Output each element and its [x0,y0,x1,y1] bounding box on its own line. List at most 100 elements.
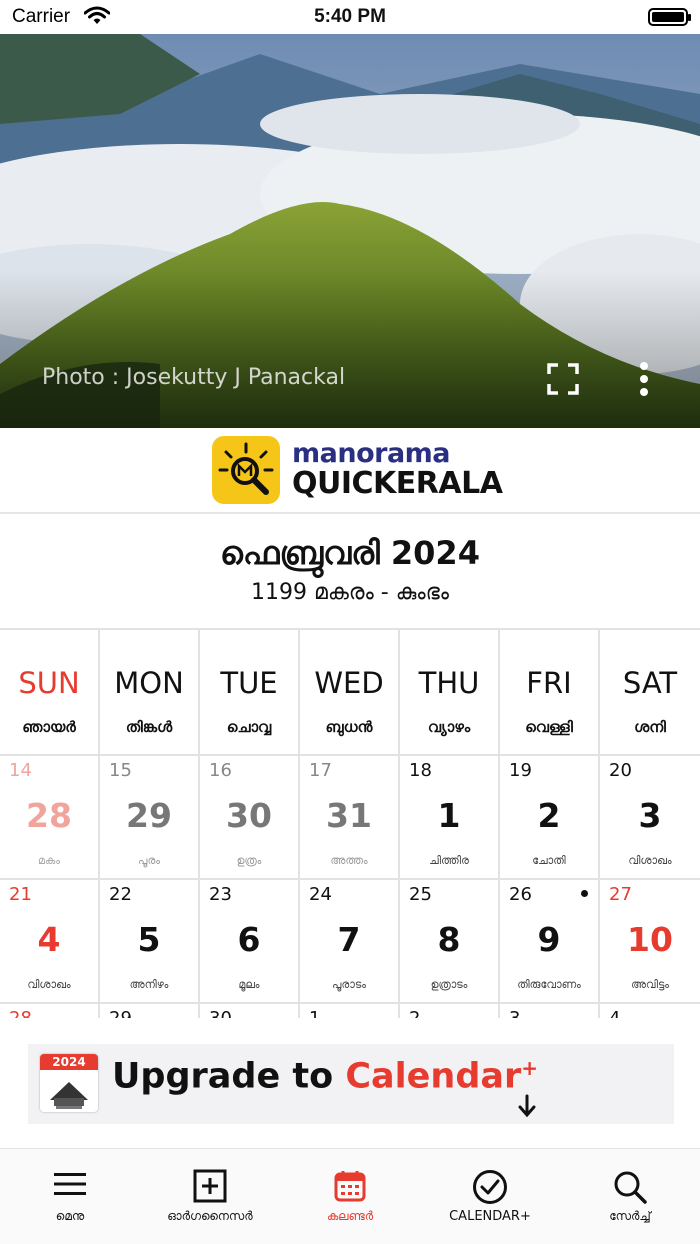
gregorian-date: 27 [609,884,632,905]
weekday-ml-label: ചൊവ്വ [226,718,272,736]
weekday-header: SAT ശനി [600,630,700,754]
date-cell[interactable]: 20 3 വിശാഖം [600,756,700,878]
malayalam-date: 10 [627,920,673,959]
malayalam-month-subtitle: 1199 മകരം - കുംഭം [251,580,449,605]
tab-calendar-plus[interactable]: CALENDAR+ [420,1149,560,1244]
status-bar: Carrier 5:40 PM [0,0,700,34]
plus-square-icon [193,1169,227,1203]
gregorian-date: 14 [9,760,32,781]
gregorian-date: 22 [109,884,132,905]
gregorian-date: 17 [309,760,332,781]
nakshatra-label: അവിട്ടം [630,978,670,991]
nakshatra-label: ഉത്രാടം [430,978,468,991]
tab-calendar-plus-label: CALENDAR+ [449,1209,531,1224]
upgrade-text-prefix: Upgrade to [112,1056,346,1097]
weekday-header: FRI വെള്ളി [500,630,598,754]
gregorian-date: 19 [509,760,532,781]
gregorian-date: 18 [409,760,432,781]
gregorian-date: 23 [209,884,232,905]
nakshatra-label: അത്തം [330,854,368,867]
nakshatra-label: വിശാഖം [27,978,71,991]
malayalam-date: 2 [537,796,561,835]
weekday-ml-label: വെള്ളി [525,718,573,736]
arrow-down-icon [518,1094,536,1118]
tab-search-label: സേർച്ച് [609,1209,651,1223]
date-cell[interactable]: 15 29 പൂരം [100,756,198,878]
month-title[interactable]: ഫെബ്രുവരി 2024 [0,534,700,573]
nakshatra-label: ചോതി [532,854,566,867]
tab-calendar-label: കലണ്ടർ [326,1209,374,1223]
malayalam-date: 28 [26,796,72,835]
malayalam-date: 9 [537,920,561,959]
upgrade-banner[interactable]: 2024 Upgrade to Calendar+ [28,1044,674,1124]
clock: 5:40 PM [314,6,386,27]
date-cell[interactable]: 21 4 വിശാഖം [0,880,98,1002]
weekday-ml-label: തിങ്കൾ [125,718,173,736]
calendar-plus-badge-icon: 2024 [40,1054,98,1112]
date-cell[interactable]: 22 5 അനിഴം [100,880,198,1002]
tab-organiser[interactable]: ഓർഗനൈസർ [140,1149,280,1244]
date-cell[interactable]: 23 6 മൂലം [200,880,298,1002]
weekday-en-label: THU [418,666,480,700]
date-cell[interactable]: 25 8 ഉത്രാടം [400,880,498,1002]
gregorian-date: 25 [409,884,432,905]
weekday-ml-label: ഞായർ [22,718,76,736]
malayalam-date: 30 [226,796,272,835]
weekday-header: MON തിങ്കൾ [100,630,198,754]
nakshatra-label: അനിഴം [129,978,169,991]
malayalam-date: 29 [126,796,172,835]
date-cell[interactable]: 14 28 മകം [0,756,98,878]
nakshatra-label: മകം [37,854,60,867]
malayalam-date: 4 [37,920,61,959]
upgrade-text-plus: + [521,1056,539,1080]
date-cell[interactable]: 26 9 തിരുവോണം [500,880,598,1002]
tab-menu[interactable]: മെനു [0,1149,140,1244]
weekday-en-label: SAT [622,666,678,700]
event-dot-icon [581,890,588,897]
hero-photo: Photo : Josekutty J Panackal [0,34,700,428]
date-cell[interactable]: 16 30 ഉത്രം [200,756,298,878]
weekday-ml-label: വ്യാഴം [427,718,471,736]
upgrade-text-accent: Calendar [345,1056,522,1097]
nakshatra-label: ചിത്തിര [429,854,469,867]
battery-icon [648,8,691,26]
quickerala-logo-icon [212,436,280,504]
malayalam-date: 31 [326,796,372,835]
weekday-ml-label: ബുധൻ [325,718,373,736]
badge-year: 2024 [40,1054,98,1070]
date-cell[interactable]: 24 7 പൂരാടം [300,880,398,1002]
date-cell[interactable]: 18 1 ചിത്തിര [400,756,498,878]
nakshatra-label: പൂരാടം [332,978,366,991]
calendar-icon [334,1171,366,1202]
tab-organiser-label: ഓർഗനൈസർ [167,1209,253,1223]
more-options-icon[interactable] [632,360,656,398]
date-cell[interactable]: 17 31 അത്തം [300,756,398,878]
bottom-tab-bar: മെനു ഓർഗനൈസർ കലണ്ടർ CALENDAR+ സേർച്ച് [0,1148,700,1244]
weekday-header: TUE ചൊവ്വ [200,630,298,754]
weekday-en-label: SUN [18,666,80,700]
nakshatra-label: പൂരം [138,854,160,867]
date-cell[interactable]: 27 10 അവിട്ടം [600,880,700,1002]
gregorian-date: 24 [309,884,332,905]
logo-text-quickerala: QUICKERALA [292,466,503,501]
logo-text-manorama: manorama [292,438,451,469]
gregorian-date: 21 [9,884,32,905]
tab-calendar[interactable]: കലണ്ടർ [280,1149,420,1244]
nakshatra-label: ഉത്രം [236,854,262,867]
weekday-header: THU വ്യാഴം [400,630,498,754]
upgrade-text: Upgrade to Calendar+ [112,1056,538,1097]
search-icon [614,1171,647,1204]
malayalam-date: 1 [437,796,461,835]
nakshatra-label: വിശാഖം [628,854,672,867]
tab-search[interactable]: സേർച്ച് [560,1149,700,1244]
tab-menu-label: മെനു [55,1209,85,1223]
malayalam-date: 8 [437,920,461,959]
check-circle-icon [473,1170,507,1204]
malayalam-date: 5 [137,920,161,959]
date-cell[interactable]: 19 2 ചോതി [500,756,598,878]
nakshatra-label: തിരുവോണം [517,978,581,991]
nakshatra-label: മൂലം [238,978,260,991]
weekday-en-label: MON [114,666,184,700]
fullscreen-icon[interactable] [546,362,580,396]
weekday-ml-label: ശനി [634,718,666,736]
